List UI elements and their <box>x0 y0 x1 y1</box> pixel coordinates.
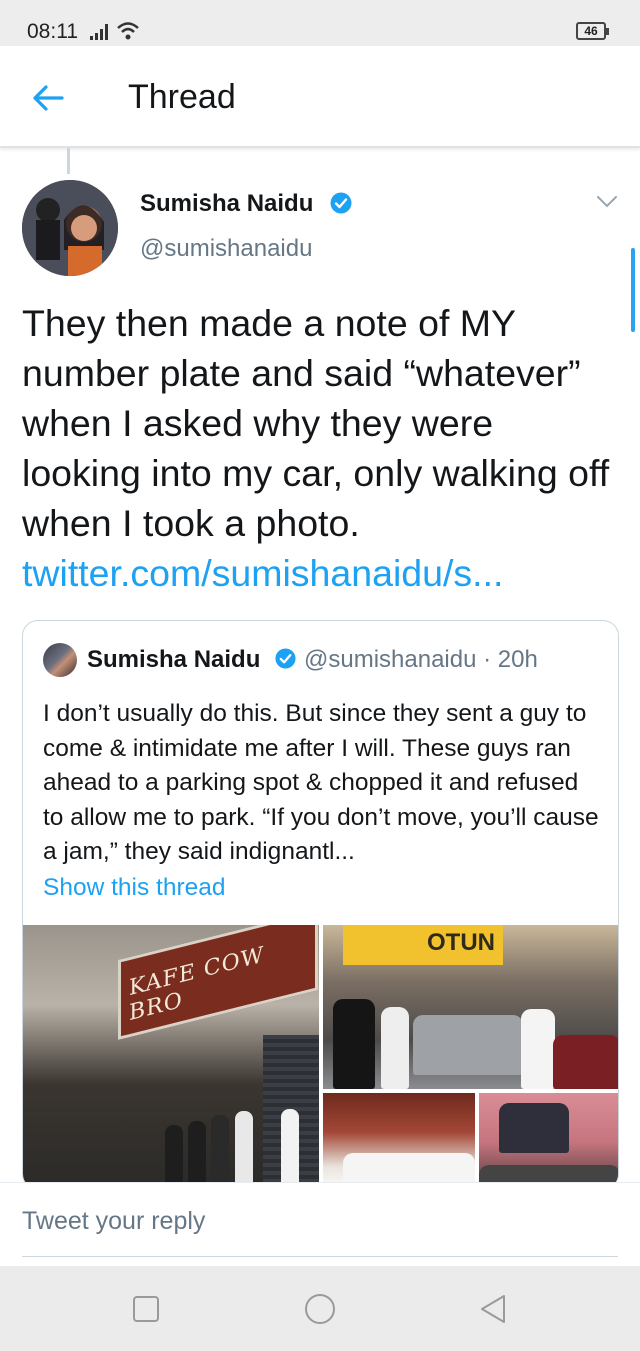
tweet-link[interactable]: twitter.com/sumishanaidu/s... <box>22 548 503 598</box>
photo-grid: KAFE COW BRO OTUN <box>23 925 618 1189</box>
scrollbar-thumb[interactable] <box>631 248 635 332</box>
person-figure <box>211 1115 229 1185</box>
avatar-photo <box>22 180 118 276</box>
avatar[interactable] <box>22 180 118 276</box>
cafe-sign: KAFE COW BRO <box>118 925 318 1040</box>
author-name[interactable]: Sumisha Naidu <box>140 190 313 218</box>
system-nav-bar <box>0 1266 640 1351</box>
person-figure <box>381 1007 409 1089</box>
triangle-back-icon[interactable] <box>476 1292 510 1326</box>
show-thread-link[interactable]: Show this thread <box>43 874 226 902</box>
photo-pink-building[interactable] <box>479 1093 618 1189</box>
square-icon[interactable] <box>129 1292 163 1326</box>
shop-sign-text: OTUN <box>427 929 495 956</box>
photo-shopfront[interactable] <box>323 1093 475 1189</box>
status-time: 08:11 <box>27 20 78 43</box>
person-figure <box>165 1125 183 1185</box>
quoted-tweet-card[interactable]: Sumisha Naidu @sumishanaidu · 20h I don’… <box>22 620 619 1190</box>
status-bar: 08:11 46 <box>0 0 640 46</box>
reply-input[interactable]: Tweet your reply <box>22 1207 618 1257</box>
photo-parking-lot[interactable]: OTUN <box>323 925 618 1089</box>
arrow-left-icon[interactable] <box>28 78 68 118</box>
page-title: Thread <box>128 78 236 116</box>
thread-connector-line <box>67 148 70 174</box>
cafe-sign-text: KAFE COW BRO <box>129 942 265 1027</box>
quoted-tweet-text: I don’t usually do this. But since they … <box>43 700 599 865</box>
quoted-handle-time: @sumishanaidu · 20h <box>304 646 538 673</box>
circle-icon[interactable] <box>303 1292 337 1326</box>
tweet-text: They then made a note of MY number plate… <box>22 302 610 544</box>
quoted-avatar <box>43 643 77 677</box>
photo-storefront[interactable]: KAFE COW BRO <box>23 925 319 1189</box>
reply-bar: Tweet your reply <box>0 1182 640 1266</box>
person-figure <box>188 1121 206 1185</box>
signal-icon <box>90 24 108 40</box>
car-shape <box>413 1015 523 1075</box>
person-figure <box>521 1009 555 1089</box>
person-figure <box>235 1111 253 1185</box>
quoted-author-name: Sumisha Naidu <box>87 646 261 673</box>
verified-badge-icon <box>275 648 296 669</box>
battery-icon: 46 <box>576 22 609 40</box>
app-header: Thread <box>0 46 640 148</box>
verified-badge-icon <box>330 192 352 214</box>
wifi-icon <box>117 22 139 40</box>
person-figure <box>281 1109 299 1185</box>
author-handle[interactable]: @sumishanaidu <box>140 235 312 263</box>
person-figure <box>333 999 375 1089</box>
car-shape <box>553 1035 618 1089</box>
chevron-down-icon[interactable] <box>596 194 618 210</box>
shop-sign: OTUN <box>343 925 503 965</box>
window-shape <box>499 1103 569 1153</box>
